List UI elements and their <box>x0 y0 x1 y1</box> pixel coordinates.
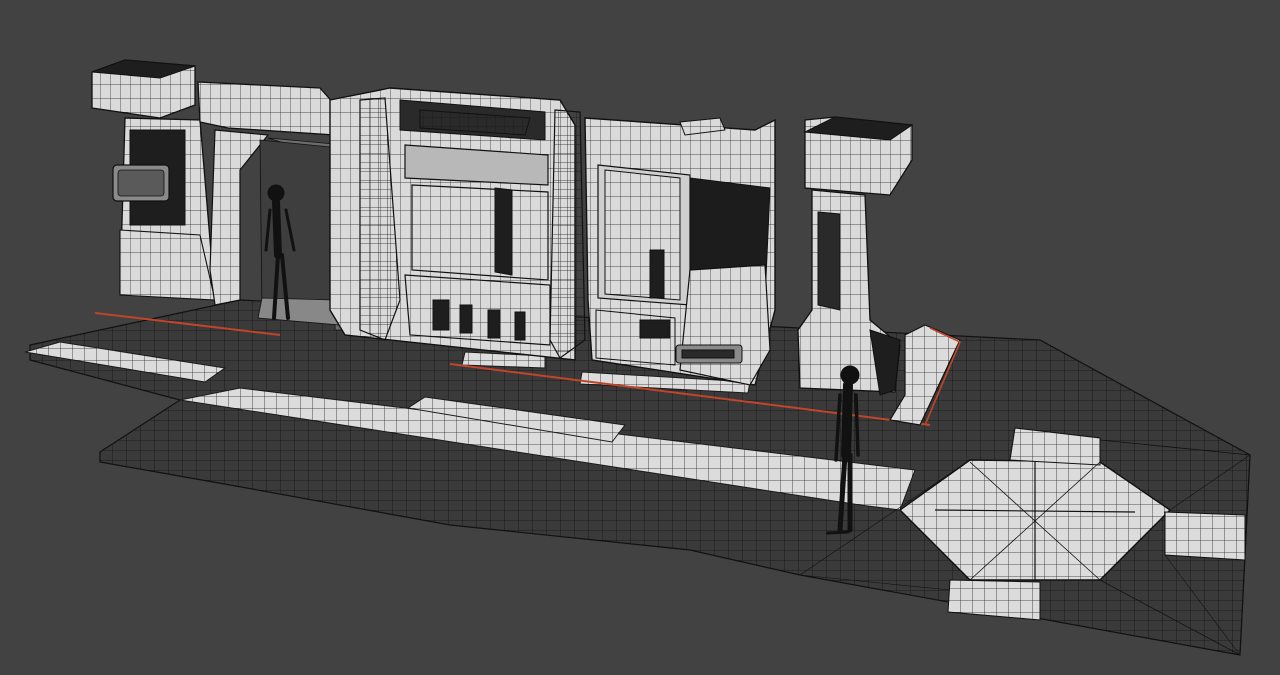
3d-viewport[interactable] <box>0 0 1280 675</box>
left-pillar-mesh <box>91 59 216 301</box>
right-pillar-mesh <box>797 116 914 396</box>
wireframe-scene <box>24 59 1251 656</box>
central-wall-mesh <box>329 87 586 361</box>
right-wall-mesh <box>584 117 776 386</box>
